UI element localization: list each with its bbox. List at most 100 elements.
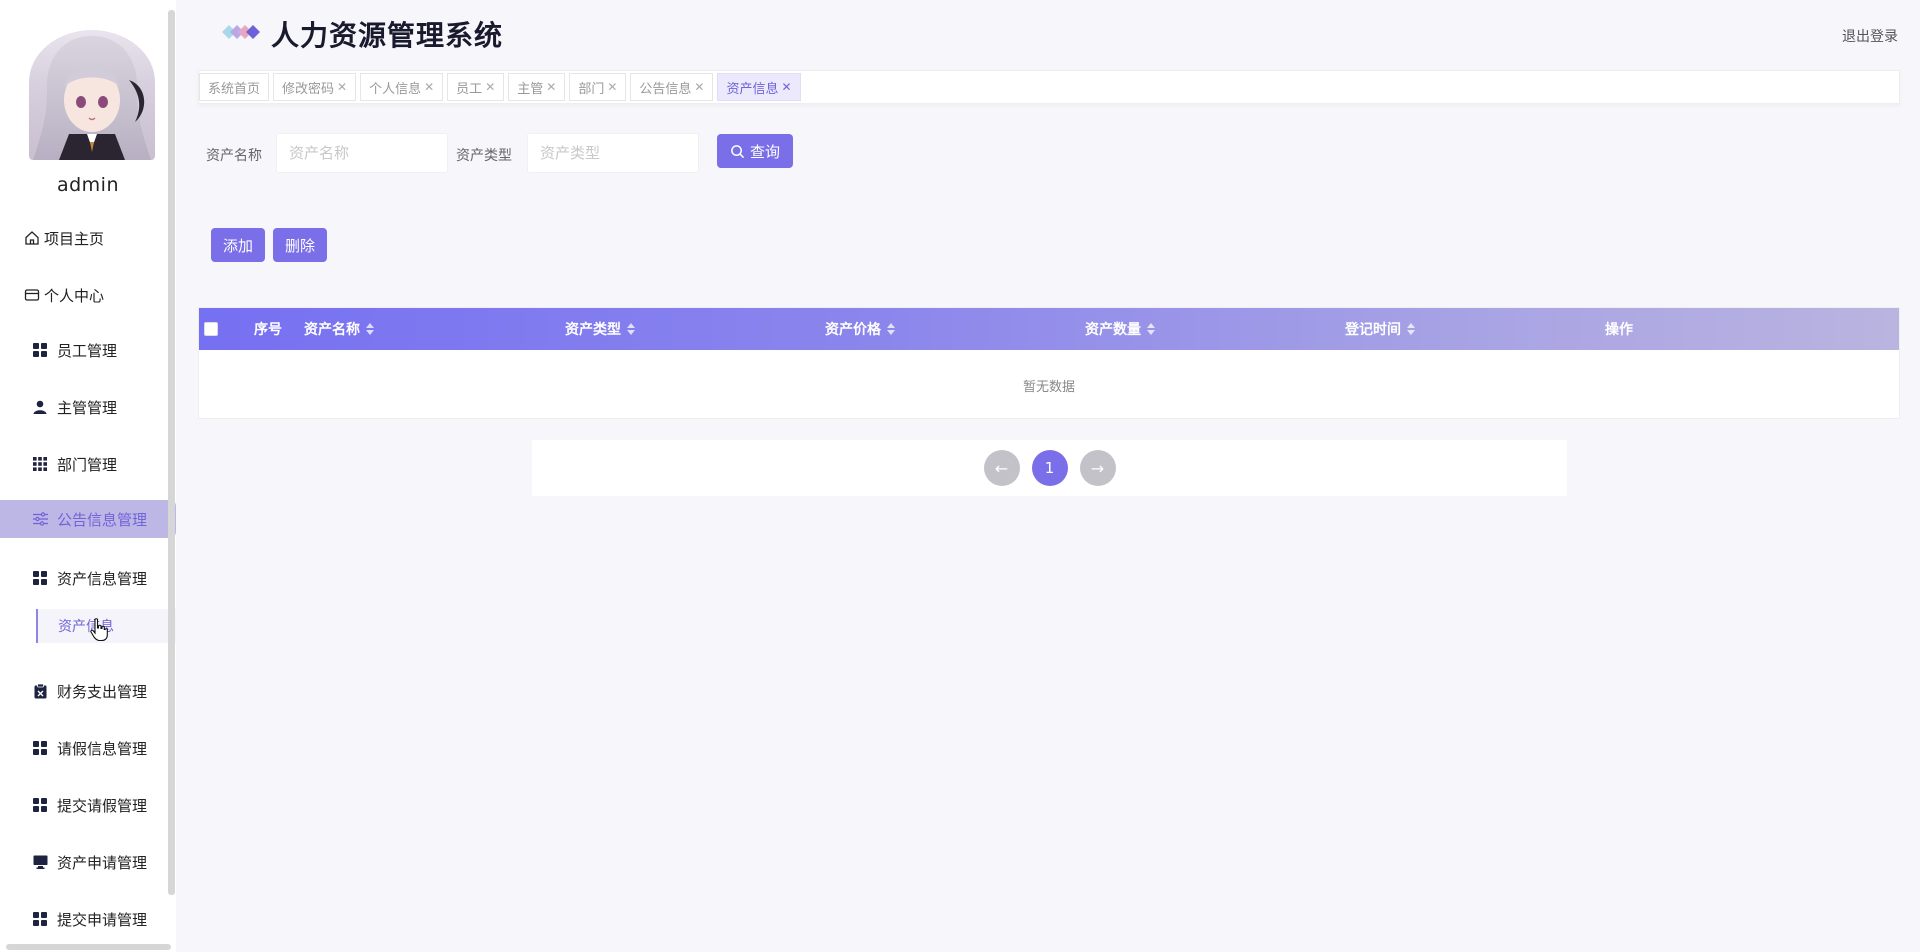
tab-personal-info[interactable]: 个人信息 ✕	[360, 73, 444, 101]
sidebar-item-asset-info[interactable]: 资产信息管理	[0, 558, 176, 598]
asset-table: 序号 资产名称 资产类型 资产价格 资产数量 登记时间 操作 暂无数据	[198, 307, 1900, 419]
clipboard-icon	[31, 682, 49, 700]
grid-icon	[31, 910, 49, 928]
column-header-label: 资产类型	[565, 322, 621, 338]
grid-icon	[31, 796, 49, 814]
select-all-checkbox[interactable]	[204, 322, 218, 336]
page-number-button[interactable]: 1	[1031, 450, 1068, 486]
close-icon[interactable]: ✕	[485, 80, 495, 94]
sidebar-item-leave-info[interactable]: 请假信息管理	[0, 728, 176, 768]
asset-name-input[interactable]	[276, 133, 448, 173]
close-icon[interactable]: ✕	[694, 80, 704, 94]
sort-icon[interactable]	[887, 323, 895, 335]
tab-supervisor[interactable]: 主管 ✕	[508, 73, 566, 101]
column-header-asset-type[interactable]: 资产类型	[565, 308, 635, 350]
tab-announcement[interactable]: 公告信息 ✕	[630, 73, 714, 101]
sort-icon[interactable]	[1147, 323, 1155, 335]
sidebar-item-label: 请假信息管理	[57, 739, 148, 758]
sidebar-scrollbar[interactable]	[168, 10, 175, 895]
tab-asset-info[interactable]: 资产信息 ✕	[717, 73, 801, 101]
avatar	[29, 30, 155, 160]
column-header-actions: 操作	[1605, 308, 1633, 350]
sidebar-item-finance[interactable]: 财务支出管理	[0, 671, 176, 711]
sliders-icon	[31, 510, 49, 528]
monitor-icon	[31, 853, 49, 871]
asset-type-input[interactable]	[527, 133, 699, 173]
close-icon[interactable]: ✕	[607, 80, 617, 94]
column-header-label: 资产价格	[825, 322, 881, 338]
tab-label: 系统首页	[208, 81, 261, 97]
grid-icon	[31, 739, 49, 757]
logo-icon	[218, 22, 264, 42]
add-button[interactable]: 添加	[211, 228, 266, 262]
column-header-label: 资产名称	[304, 322, 360, 338]
hand-cursor-icon	[90, 618, 108, 642]
sort-icon[interactable]	[1407, 323, 1415, 335]
search-icon	[731, 144, 745, 158]
user-icon	[31, 398, 49, 416]
sidebar-horizontal-scrollbar[interactable]	[6, 944, 171, 950]
column-header-label: 资产数量	[1085, 322, 1141, 338]
column-header-label: 序号	[254, 322, 282, 338]
tab-label: 修改密码	[282, 81, 335, 97]
column-header-register-time[interactable]: 登记时间	[1345, 308, 1415, 350]
sort-icon[interactable]	[627, 323, 635, 335]
asset-name-label: 资产名称	[206, 148, 262, 164]
empty-state: 暂无数据	[1022, 379, 1075, 395]
tab-home[interactable]: 系统首页	[199, 73, 270, 101]
grid-icon	[31, 341, 49, 359]
card-icon	[23, 286, 41, 304]
sidebar-item-submit-leave[interactable]: 提交请假管理	[0, 785, 176, 825]
tab-employee[interactable]: 员工 ✕	[447, 73, 505, 101]
close-icon[interactable]: ✕	[782, 80, 792, 94]
column-header-asset-quantity[interactable]: 资产数量	[1085, 308, 1155, 350]
sidebar-item-label: 资产申请管理	[57, 853, 148, 872]
prev-page-button[interactable]: ←	[983, 450, 1020, 486]
logout-link[interactable]: 退出登录	[1842, 26, 1898, 46]
table-header: 序号 资产名称 资产类型 资产价格 资产数量 登记时间 操作	[199, 308, 1899, 350]
sidebar-item-label: 提交申请管理	[57, 910, 148, 929]
tab-label: 主管	[517, 81, 544, 97]
sidebar-item-label: 主管管理	[57, 398, 118, 417]
sidebar-item-label: 财务支出管理	[57, 682, 148, 701]
sidebar-item-label: 员工管理	[57, 341, 118, 360]
close-icon[interactable]: ✕	[424, 80, 434, 94]
query-button[interactable]: 查询	[717, 134, 793, 168]
username: admin	[56, 174, 120, 196]
pagination: ← 1 →	[532, 440, 1567, 496]
tab-change-password[interactable]: 修改密码 ✕	[273, 73, 357, 101]
column-header-index: 序号	[254, 308, 282, 350]
sidebar-item-employee[interactable]: 员工管理	[0, 330, 176, 370]
tab-bar: 系统首页 修改密码 ✕ 个人信息 ✕ 员工 ✕ 主管 ✕ 部门 ✕ 公告信息 ✕ 资产信息 ✕	[198, 70, 1900, 104]
sidebar-item-submit-request[interactable]: 提交申请管理	[0, 899, 176, 939]
tab-department[interactable]: 部门 ✕	[569, 73, 627, 101]
home-icon	[23, 229, 41, 247]
close-icon[interactable]: ✕	[337, 80, 347, 94]
apps-icon	[31, 455, 49, 473]
sidebar-item-supervisor[interactable]: 主管管理	[0, 387, 176, 427]
sidebar-item-label: 提交请假管理	[57, 796, 148, 815]
next-page-button[interactable]: →	[1079, 450, 1116, 486]
column-header-label: 登记时间	[1345, 322, 1401, 338]
sidebar-item-label: 个人中心	[44, 286, 105, 305]
tab-label: 公告信息	[639, 81, 692, 97]
sort-icon[interactable]	[366, 323, 374, 335]
asset-type-label: 资产类型	[456, 148, 512, 164]
sidebar-item-label: 部门管理	[57, 455, 118, 474]
sidebar-item-label: 资产信息管理	[57, 569, 148, 588]
sidebar-item-announcement[interactable]: 公告信息管理	[0, 500, 176, 538]
sidebar-item-label: 项目主页	[44, 229, 105, 248]
close-icon[interactable]: ✕	[546, 80, 556, 94]
sidebar-item-home[interactable]: 项目主页	[0, 218, 176, 258]
column-header-asset-name[interactable]: 资产名称	[304, 308, 374, 350]
sidebar: admin 项目主页 个人中心 员工管理 主管管理 部门管理 公告信息管理 资产…	[0, 0, 176, 952]
header: 人力资源管理系统 退出登录	[176, 0, 1920, 68]
delete-button[interactable]: 删除	[273, 228, 328, 262]
column-header-asset-price[interactable]: 资产价格	[825, 308, 895, 350]
tab-label: 个人信息	[369, 81, 422, 97]
sidebar-item-personal-center[interactable]: 个人中心	[0, 275, 176, 315]
column-header-label: 操作	[1605, 322, 1633, 338]
sidebar-item-department[interactable]: 部门管理	[0, 444, 176, 484]
sidebar-item-label: 公告信息管理	[57, 510, 148, 529]
sidebar-item-asset-request[interactable]: 资产申请管理	[0, 842, 176, 882]
